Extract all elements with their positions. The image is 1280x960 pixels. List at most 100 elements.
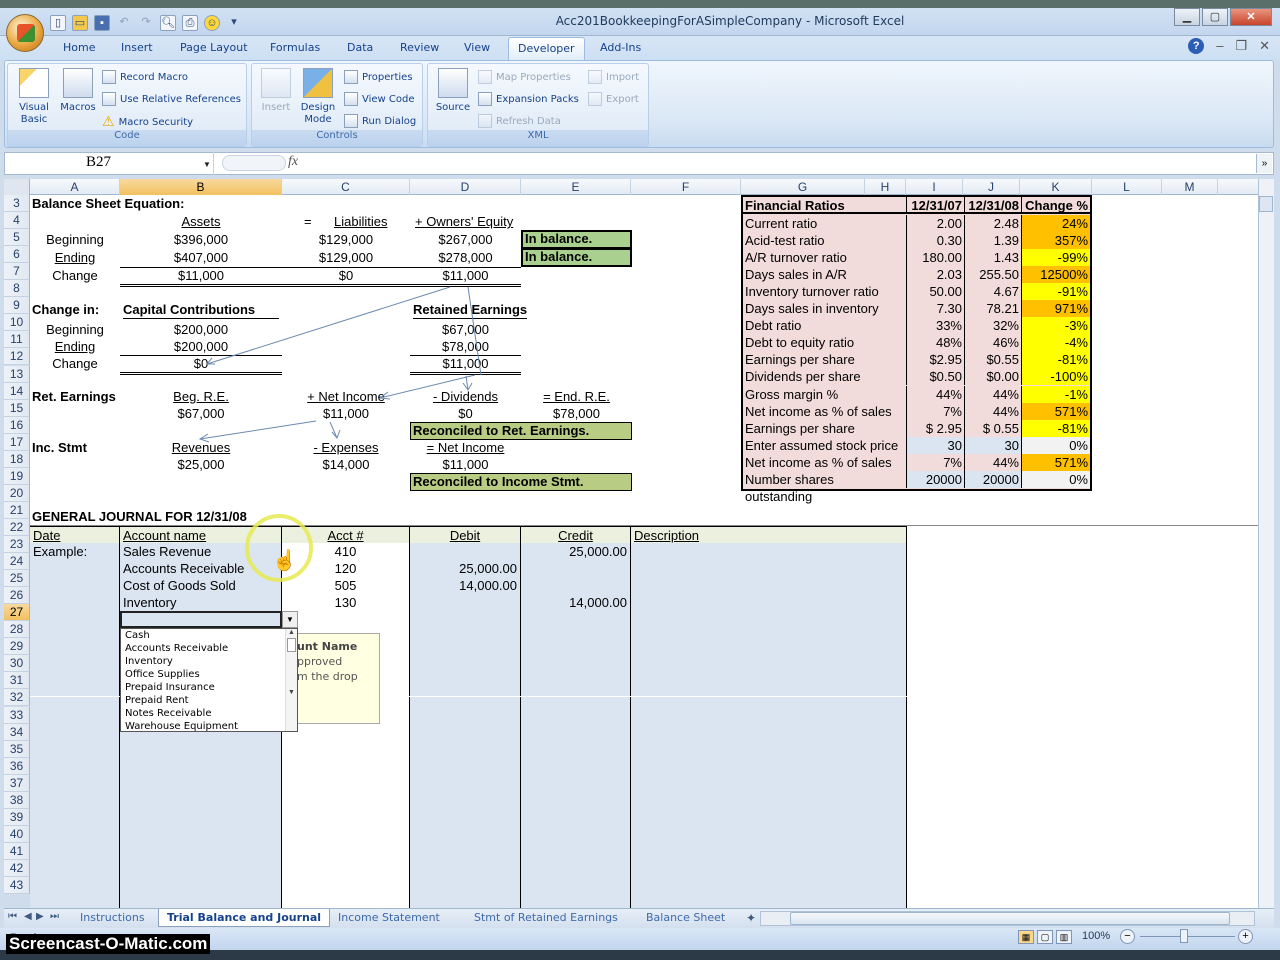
journal-cell-date[interactable] — [30, 781, 120, 799]
visual-basic-button[interactable]: Visual Basic — [12, 68, 56, 126]
journal-cell-desc[interactable] — [631, 764, 907, 782]
journal-cell-account[interactable]: Cost of Goods Sold — [120, 577, 282, 595]
vertical-scrollbar[interactable] — [1258, 179, 1274, 908]
row-header-5[interactable]: 5 — [4, 229, 30, 247]
journal-cell-desc[interactable] — [631, 577, 907, 595]
sheet-tab-instructions[interactable]: Instructions — [72, 909, 153, 927]
row-header-27[interactable]: 27 — [4, 604, 30, 622]
record-macro-button[interactable]: Record Macro — [102, 70, 188, 84]
journal-cell-account[interactable] — [120, 764, 282, 782]
row-header-8[interactable]: 8 — [4, 280, 30, 298]
dropdown-scrollbar[interactable]: ▲ ▼ — [285, 629, 297, 731]
journal-cell-debit[interactable] — [410, 594, 521, 612]
journal-cell-desc[interactable] — [631, 560, 907, 578]
journal-cell-credit[interactable] — [521, 628, 631, 646]
vertical-scroll-thumb[interactable] — [1259, 196, 1273, 212]
journal-cell-account[interactable] — [120, 832, 282, 850]
name-box-dropdown-icon[interactable]: ▼ — [203, 160, 211, 169]
row-header-35[interactable]: 35 — [4, 740, 30, 758]
journal-cell-acct[interactable] — [282, 849, 410, 867]
journal-cell-account[interactable] — [120, 747, 282, 765]
row-header-13[interactable]: 13 — [4, 365, 30, 383]
journal-cell-desc[interactable] — [631, 747, 907, 765]
workbook-close-icon[interactable]: ✕ — [1259, 38, 1270, 54]
row-header-12[interactable]: 12 — [4, 348, 30, 366]
journal-cell-desc[interactable] — [631, 662, 907, 680]
ratio-value-2008[interactable]: 20000 — [965, 470, 1022, 488]
journal-cell-acct[interactable]: 505 — [282, 577, 410, 595]
view-code-button[interactable]: View Code — [344, 92, 415, 106]
row-header-32[interactable]: 32 — [4, 689, 30, 707]
journal-cell-desc[interactable] — [631, 628, 907, 646]
tab-review[interactable]: Review — [400, 41, 439, 54]
zoom-slider-thumb[interactable] — [1180, 929, 1188, 943]
row-header-6[interactable]: 6 — [4, 246, 30, 264]
journal-cell-desc[interactable] — [631, 611, 907, 629]
journal-cell-credit[interactable] — [521, 832, 631, 850]
journal-cell-desc[interactable] — [631, 730, 907, 748]
journal-cell-debit[interactable] — [410, 798, 521, 816]
journal-cell-credit[interactable] — [521, 560, 631, 578]
run-dialog-button[interactable]: Run Dialog — [344, 114, 416, 128]
row-header-34[interactable]: 34 — [4, 723, 30, 741]
map-properties-button[interactable]: Map Properties — [478, 70, 571, 84]
dropdown-arrow-icon[interactable]: ▼ — [282, 611, 298, 628]
first-sheet-icon[interactable]: ⏮ — [8, 911, 17, 922]
select-all-button[interactable] — [4, 179, 30, 195]
tab-data[interactable]: Data — [347, 41, 373, 54]
journal-cell-date[interactable] — [30, 662, 120, 680]
name-box[interactable]: B27 — [4, 152, 214, 175]
row-header-16[interactable]: 16 — [4, 416, 30, 434]
journal-cell-debit[interactable] — [410, 832, 521, 850]
journal-cell-debit[interactable] — [410, 628, 521, 646]
journal-cell-desc[interactable] — [631, 867, 907, 884]
column-header-d[interactable]: D — [410, 179, 521, 195]
row-header-41[interactable]: 41 — [4, 842, 30, 860]
tab-developer[interactable]: Developer — [508, 37, 585, 60]
journal-cell-account[interactable]: Inventory — [120, 594, 282, 612]
macro-security-button[interactable]: ⚠ Macro Security — [102, 114, 193, 130]
journal-cell-date[interactable] — [30, 560, 120, 578]
journal-cell-credit[interactable] — [521, 798, 631, 816]
normal-view-icon[interactable]: ▦ — [1018, 930, 1034, 944]
next-sheet-icon[interactable]: ▶ — [36, 911, 44, 922]
design-mode-button[interactable]: Design Mode — [296, 68, 340, 126]
column-header-f[interactable]: F — [631, 179, 741, 195]
journal-cell-desc[interactable] — [631, 798, 907, 816]
journal-cell-debit[interactable]: 14,000.00 — [410, 577, 521, 595]
row-header-39[interactable]: 39 — [4, 808, 30, 826]
export-button[interactable]: Export — [588, 92, 639, 106]
journal-cell-credit[interactable] — [521, 781, 631, 799]
journal-cell-credit[interactable] — [521, 747, 631, 765]
journal-cell-debit[interactable] — [410, 781, 521, 799]
journal-cell-date[interactable] — [30, 730, 120, 748]
journal-cell-account[interactable] — [120, 849, 282, 867]
journal-cell-credit[interactable]: 25,000.00 — [521, 543, 631, 561]
minimize-button[interactable]: ▁ — [1174, 8, 1200, 26]
row-header-40[interactable]: 40 — [4, 825, 30, 843]
row-header-18[interactable]: 18 — [4, 450, 30, 468]
row-header-43[interactable]: 43 — [4, 877, 30, 894]
ratio-value-2007[interactable]: 20000 — [908, 470, 965, 488]
row-header-9[interactable]: 9 — [4, 297, 30, 315]
journal-cell-debit[interactable] — [410, 645, 521, 663]
insert-sheet-icon[interactable]: ✦ — [746, 911, 756, 925]
journal-cell-debit[interactable] — [410, 696, 521, 714]
row-header-31[interactable]: 31 — [4, 672, 30, 690]
journal-cell-account[interactable] — [120, 730, 282, 748]
journal-cell-credit[interactable] — [521, 730, 631, 748]
column-header-c[interactable]: C — [282, 179, 410, 195]
zoom-in-icon[interactable]: + — [1238, 929, 1253, 944]
row-header-36[interactable]: 36 — [4, 757, 30, 775]
column-header-e[interactable]: E — [521, 179, 631, 195]
row-header-10[interactable]: 10 — [4, 314, 30, 332]
journal-cell-debit[interactable] — [410, 747, 521, 765]
row-header-7[interactable]: 7 — [4, 263, 30, 281]
journal-cell-desc[interactable] — [631, 645, 907, 663]
row-header-29[interactable]: 29 — [4, 638, 30, 656]
journal-cell-credit[interactable] — [521, 884, 631, 902]
last-sheet-icon[interactable]: ⏭ — [50, 911, 59, 922]
row-header-37[interactable]: 37 — [4, 774, 30, 792]
journal-cell-acct[interactable] — [282, 798, 410, 816]
column-header-a[interactable]: A — [30, 179, 120, 195]
